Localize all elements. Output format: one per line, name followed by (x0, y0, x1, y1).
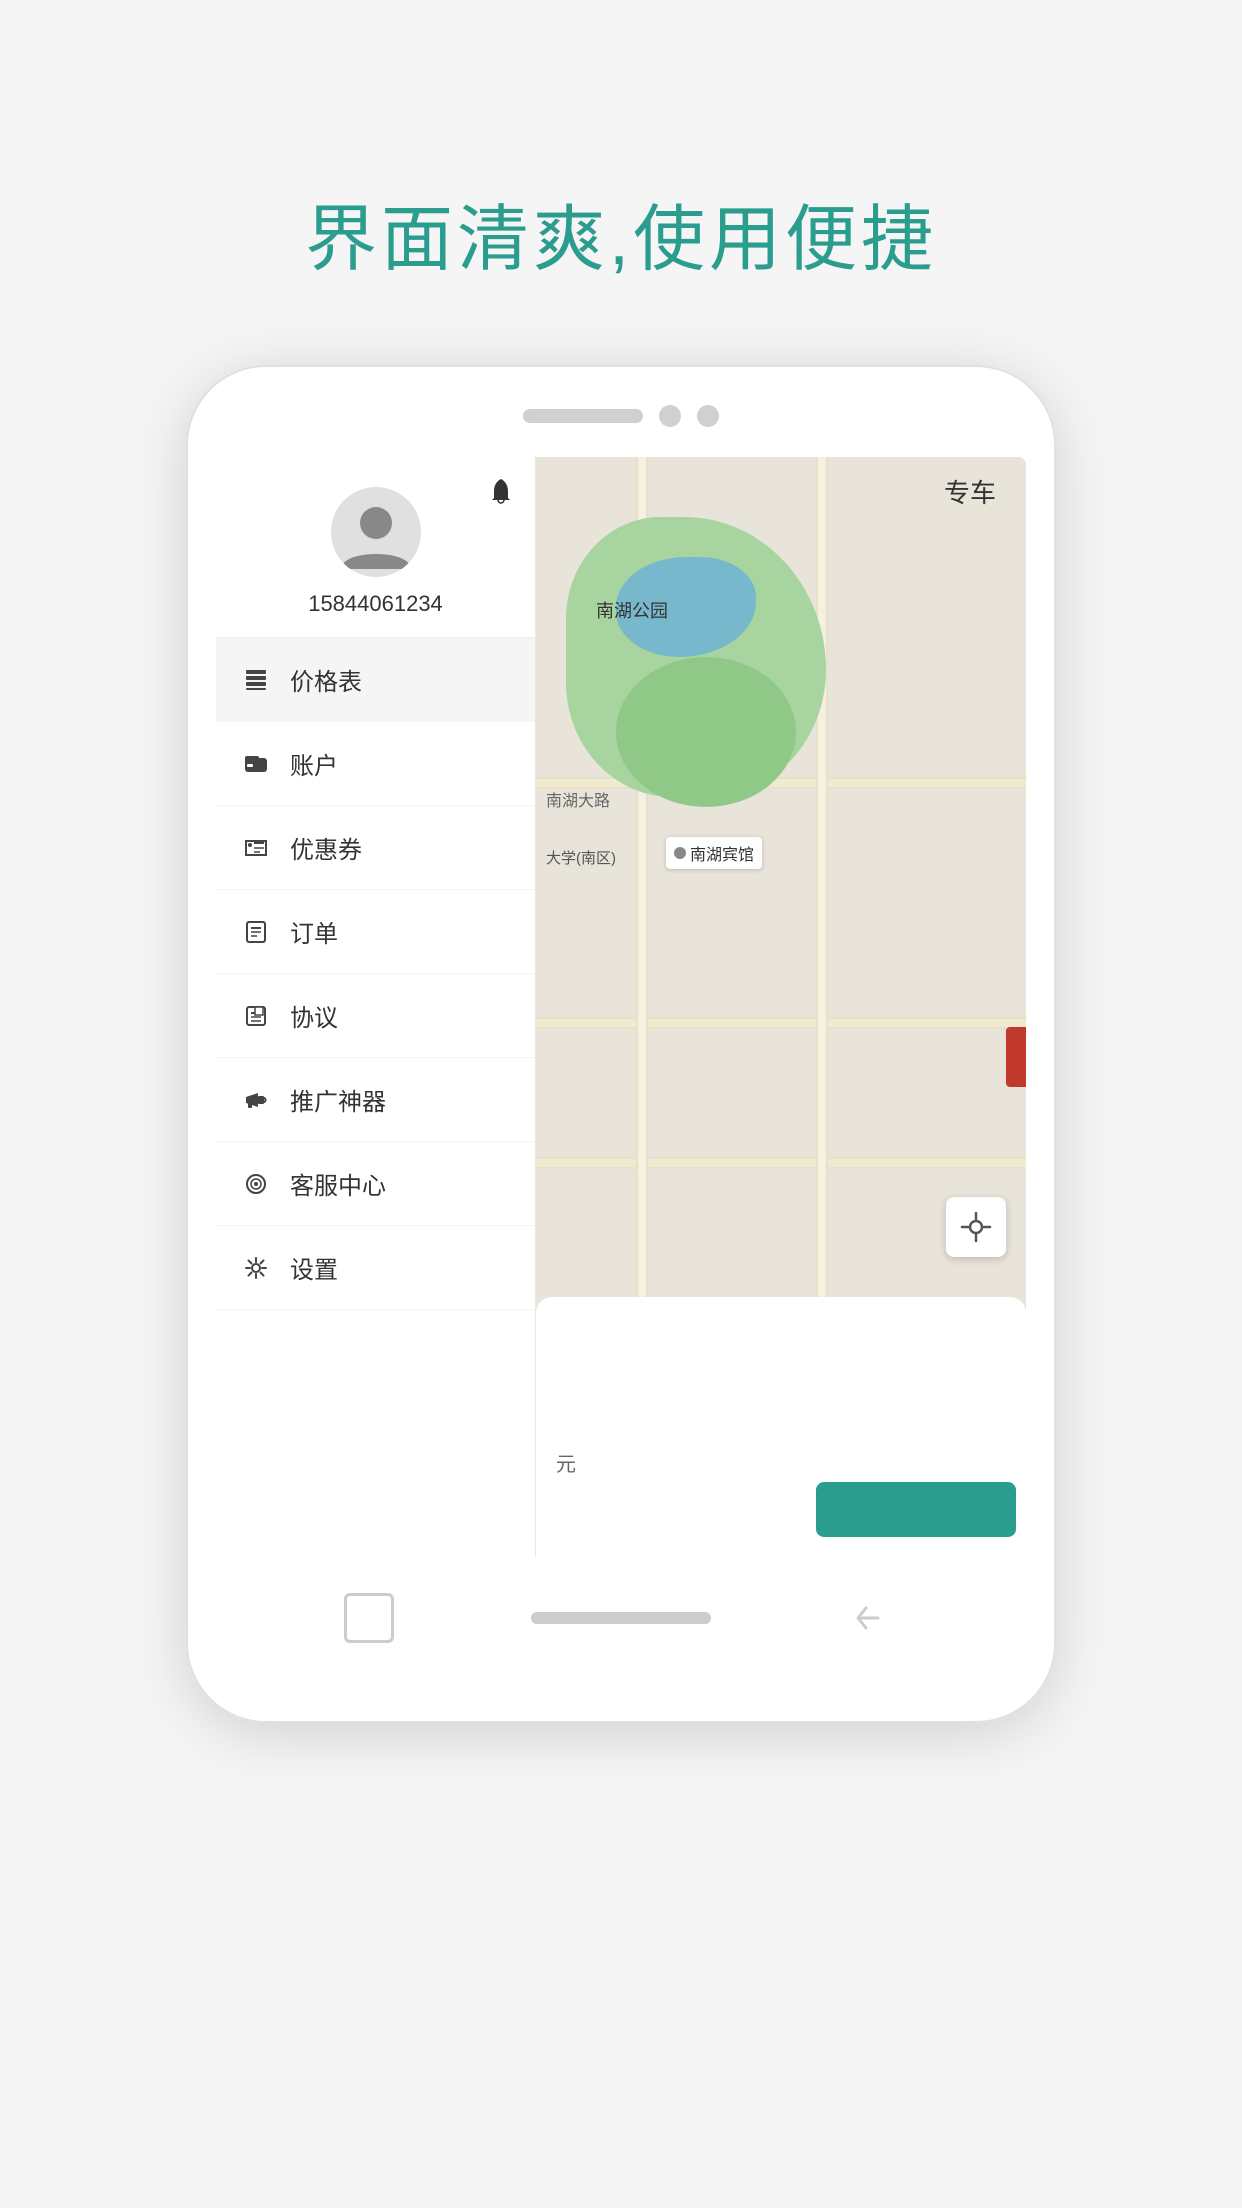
menu-label-service: 客服中心 (290, 1166, 386, 1201)
road-label: 南湖大路 (546, 787, 610, 811)
menu-label-promo: 推广神器 (290, 1082, 386, 1117)
menu-item-coupon[interactable]: 优惠券 (216, 806, 535, 890)
settings-icon (240, 1257, 272, 1279)
price-table-icon (240, 669, 272, 691)
phone-camera-1 (659, 405, 681, 427)
menu-item-price[interactable]: 价格表 (216, 638, 535, 722)
user-phone-number: 15844061234 (308, 591, 443, 617)
confirm-button[interactable] (816, 1482, 1016, 1537)
menu-label-price: 价格表 (290, 662, 362, 697)
map-area: 南湖公园 南湖大路 南湖宾馆 大学(南区) 专车 (536, 457, 1026, 1557)
map-marker-red (1006, 1027, 1026, 1087)
bottom-panel: 元 (536, 1297, 1026, 1557)
university-label: 大学(南区) (546, 847, 616, 868)
notification-bell-icon[interactable] (487, 477, 515, 514)
phone-camera-2 (697, 405, 719, 427)
drawer-menu-list: 价格表 账户 (216, 638, 535, 1557)
menu-item-service[interactable]: 客服中心 (216, 1142, 535, 1226)
phone-speaker (523, 409, 643, 423)
hotel-marker: 南湖宾馆 (666, 837, 762, 869)
page-title: 界面清爽,使用便捷 (305, 180, 937, 285)
menu-item-promo[interactable]: 推广神器 (216, 1058, 535, 1142)
phone-bottom-nav (216, 1573, 1026, 1663)
menu-label-agreement: 协议 (290, 998, 338, 1033)
service-icon (240, 1173, 272, 1195)
phone-screen: 15844061234 价格表 (216, 457, 1026, 1557)
coupon-icon (240, 837, 272, 859)
menu-item-agreement[interactable]: 协议 (216, 974, 535, 1058)
menu-item-order[interactable]: 订单 (216, 890, 535, 974)
map-background: 南湖公园 南湖大路 南湖宾馆 大学(南区) 专车 (536, 457, 1026, 1557)
phone-frame: 15844061234 价格表 (186, 365, 1056, 1723)
park-label: 南湖公园 (596, 597, 668, 623)
location-button[interactable] (946, 1197, 1006, 1257)
price-label: 元 (556, 1448, 576, 1477)
user-avatar[interactable] (331, 487, 421, 577)
account-icon (240, 754, 272, 774)
agreement-icon (240, 1005, 272, 1027)
menu-label-account: 账户 (290, 746, 338, 781)
menu-label-order: 订单 (290, 914, 338, 949)
order-icon (240, 921, 272, 943)
drawer-header: 15844061234 (216, 457, 535, 638)
nav-back-icon[interactable] (848, 1598, 898, 1638)
nav-home-bar[interactable] (531, 1612, 711, 1624)
menu-label-settings: 设置 (290, 1250, 338, 1285)
promo-icon (240, 1089, 272, 1111)
taxi-type-label: 专车 (944, 473, 996, 510)
menu-item-settings[interactable]: 设置 (216, 1226, 535, 1310)
drawer-menu: 15844061234 价格表 (216, 457, 536, 1557)
menu-item-account[interactable]: 账户 (216, 722, 535, 806)
nav-recent-icon[interactable] (344, 1593, 394, 1643)
menu-label-coupon: 优惠券 (290, 830, 362, 865)
phone-top-bar (216, 395, 1026, 437)
